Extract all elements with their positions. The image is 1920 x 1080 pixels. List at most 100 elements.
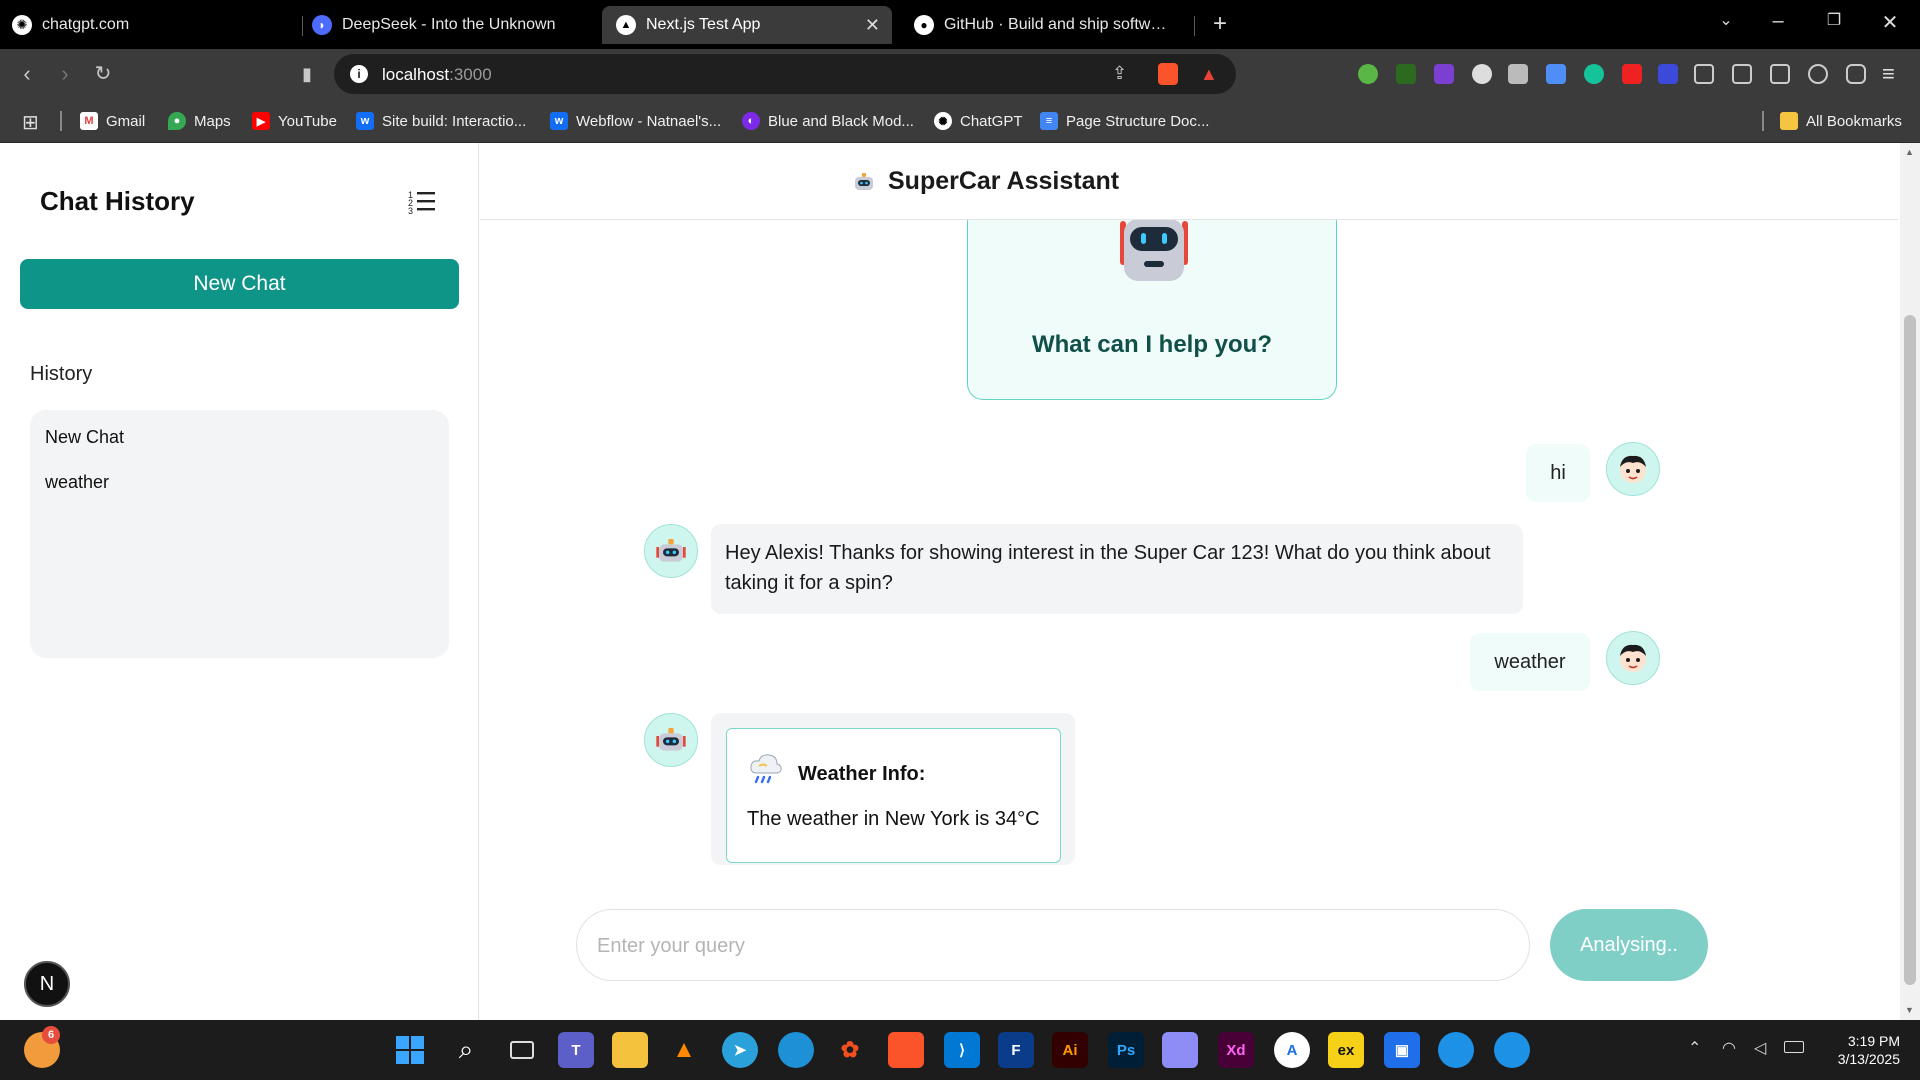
- excalidraw-icon[interactable]: ex: [1328, 1032, 1364, 1068]
- wifi-icon[interactable]: ◠: [1722, 1038, 1736, 1058]
- bookmark-docs[interactable]: ≡ Page Structure Doc...: [1040, 109, 1209, 133]
- analyse-button[interactable]: Analysing..: [1550, 909, 1708, 981]
- extension-icon[interactable]: [1472, 64, 1492, 84]
- webflow-icon: w: [550, 112, 568, 130]
- tab-nextjs[interactable]: ▲ Next.js Test App ✕: [602, 6, 892, 44]
- new-chat-button[interactable]: New Chat: [20, 259, 459, 309]
- vscode-icon[interactable]: ⟩: [944, 1032, 980, 1068]
- grammarly-icon[interactable]: [1584, 64, 1604, 84]
- docker-icon[interactable]: [1494, 1032, 1530, 1068]
- share-icon[interactable]: ⇪: [1112, 63, 1127, 84]
- robot-icon: [656, 728, 686, 751]
- android-studio-icon[interactable]: A: [1274, 1032, 1310, 1068]
- brave-rewards-icon[interactable]: ▲: [1200, 64, 1218, 85]
- tab-search-icon[interactable]: ⌄: [1712, 10, 1740, 30]
- back-icon[interactable]: ‹: [14, 61, 40, 87]
- rain-cloud-icon: [750, 754, 782, 784]
- forward-icon[interactable]: ›: [52, 61, 78, 87]
- brave-shields-icon[interactable]: [1158, 63, 1178, 85]
- user-face-icon: [1620, 644, 1646, 672]
- tab-deepseek[interactable]: ◗ DeepSeek - Into the Unknown: [312, 6, 592, 44]
- start-icon[interactable]: [392, 1032, 428, 1068]
- minimize-button[interactable]: –: [1764, 10, 1792, 33]
- tab-label: Next.js Test App: [646, 16, 761, 33]
- wallet-icon[interactable]: [1770, 64, 1790, 84]
- close-tab-icon[interactable]: ✕: [865, 15, 880, 36]
- framer-icon[interactable]: F: [998, 1032, 1034, 1068]
- bot-message: Weather Info: The weather in New York is…: [711, 713, 1075, 865]
- page-scrollbar[interactable]: ▲ ▼: [1900, 143, 1920, 1020]
- bookmark-icon[interactable]: ▮: [294, 61, 320, 87]
- bookmark-canva[interactable]: ◐ Blue and Black Mod...: [742, 109, 914, 133]
- list-menu-icon[interactable]: 1 2 3: [408, 189, 438, 215]
- extension-icon[interactable]: [1658, 64, 1678, 84]
- query-input[interactable]: [597, 928, 1497, 964]
- bookmark-maps[interactable]: ● Maps: [168, 109, 231, 133]
- teams-icon[interactable]: T: [558, 1032, 594, 1068]
- extension-plus-icon[interactable]: [1358, 64, 1378, 84]
- site-info-icon[interactable]: i: [350, 65, 368, 83]
- docker-icon[interactable]: [1438, 1032, 1474, 1068]
- extensions-puzzle-icon[interactable]: [1694, 64, 1714, 84]
- history-item[interactable]: weather: [45, 472, 109, 493]
- extension-icon[interactable]: [1396, 64, 1416, 84]
- reload-icon[interactable]: ↻: [90, 61, 116, 87]
- history-item[interactable]: New Chat: [45, 427, 124, 448]
- bookmark-site-build[interactable]: w Site build: Interactio...: [356, 109, 526, 133]
- menu-icon[interactable]: ≡: [1882, 61, 1895, 87]
- task-view-icon[interactable]: [504, 1032, 540, 1068]
- scroll-down-icon[interactable]: ▼: [1905, 1005, 1914, 1015]
- tray-overflow-icon[interactable]: ⌃: [1688, 1038, 1701, 1058]
- photoshop-icon[interactable]: Ps: [1108, 1032, 1144, 1068]
- bot-avatar: [644, 524, 698, 578]
- bookmark-youtube[interactable]: ▶ YouTube: [252, 109, 337, 133]
- all-bookmarks-folder[interactable]: All Bookmarks: [1780, 109, 1902, 133]
- close-window-button[interactable]: ✕: [1876, 10, 1904, 35]
- query-input-wrapper: [576, 909, 1530, 981]
- nextjs-dev-badge[interactable]: N: [24, 961, 70, 1007]
- address-bar[interactable]: i localhost:3000 ⇪ ▲: [334, 54, 1236, 94]
- browser-tab-bar: ✺ chatgpt.com ◗ DeepSeek - Into the Unkn…: [0, 0, 1920, 49]
- sidebar-toggle-icon[interactable]: [1732, 64, 1752, 84]
- widgets-icon[interactable]: 6: [24, 1026, 60, 1068]
- bookmark-gmail[interactable]: M Gmail: [80, 109, 145, 133]
- telegram-icon[interactable]: ➤: [722, 1032, 758, 1068]
- extension-icon[interactable]: [1546, 64, 1566, 84]
- battery-icon[interactable]: [1784, 1041, 1804, 1053]
- scroll-up-icon[interactable]: ▲: [1905, 147, 1914, 157]
- search-icon[interactable]: ⌕: [448, 1032, 484, 1068]
- tab-chatgpt[interactable]: ✺ chatgpt.com: [12, 6, 292, 44]
- illustrator-icon[interactable]: Ai: [1052, 1032, 1088, 1068]
- tab-label: chatgpt.com: [42, 16, 130, 33]
- xd-icon[interactable]: Xd: [1218, 1032, 1254, 1068]
- history-label: History: [30, 363, 93, 385]
- extension-icon[interactable]: [1508, 64, 1528, 84]
- app-icon[interactable]: [1162, 1032, 1198, 1068]
- new-tab-button[interactable]: +: [1206, 10, 1234, 38]
- robot-icon: [855, 172, 873, 190]
- chat-header: SuperCar Assistant: [480, 143, 1898, 220]
- figma-icon[interactable]: ✿: [832, 1032, 868, 1068]
- apps-grid-icon[interactable]: ⊞: [22, 110, 39, 135]
- restore-button[interactable]: ❐: [1820, 10, 1848, 30]
- volume-icon[interactable]: ◁: [1754, 1038, 1766, 1058]
- bookmark-webflow[interactable]: w Webflow - Natnael's...: [550, 109, 721, 133]
- edge-icon[interactable]: [778, 1032, 814, 1068]
- file-explorer-icon[interactable]: [612, 1032, 648, 1068]
- extension-icon[interactable]: [1434, 64, 1454, 84]
- brave-icon[interactable]: [888, 1032, 924, 1068]
- welcome-message: What can I help you?: [1031, 331, 1272, 358]
- weather-text: The weather in New York is 34°C: [747, 808, 1040, 830]
- user-avatar: [1606, 442, 1660, 496]
- vlc-icon[interactable]: ▲: [666, 1032, 702, 1068]
- app-icon[interactable]: ▣: [1384, 1032, 1420, 1068]
- user-message: weather: [1470, 633, 1590, 691]
- bookmark-chatgpt[interactable]: ✺ ChatGPT: [934, 109, 1023, 133]
- url-text: localhost:3000: [382, 65, 492, 84]
- scrollbar-thumb[interactable]: [1904, 315, 1916, 985]
- leo-ai-icon[interactable]: [1808, 64, 1828, 84]
- system-clock[interactable]: 3:19 PM 3/13/2025: [1820, 1032, 1900, 1068]
- extension-icon[interactable]: [1622, 64, 1642, 84]
- tab-github[interactable]: ● GitHub · Build and ship software on: [914, 6, 1184, 44]
- vpn-icon[interactable]: [1846, 64, 1866, 84]
